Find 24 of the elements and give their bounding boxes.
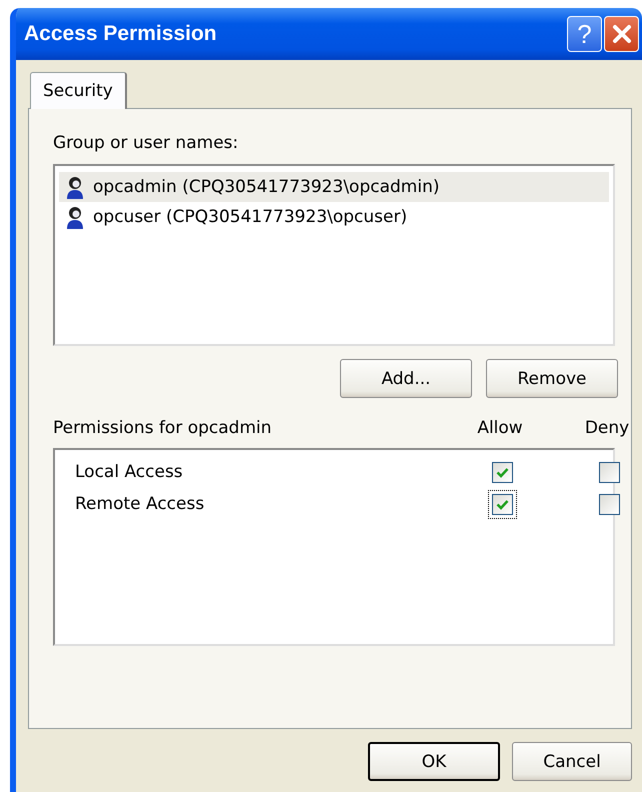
checkbox[interactable] [492, 462, 512, 482]
column-header: Deny [584, 418, 630, 440]
cancel-button[interactable]: Cancel [512, 742, 632, 781]
checkbox[interactable] [598, 462, 620, 482]
list-label: Group or user names: [53, 133, 240, 155]
user-row[interactable]: opcuser (CPQ30541773923\opcuser) [59, 202, 609, 232]
checkbox[interactable] [598, 494, 620, 514]
close-button[interactable] [604, 16, 639, 52]
ok-button[interactable]: OK [368, 742, 500, 781]
permissions-label: Permissions for opcadmin [53, 418, 273, 440]
user-icon [65, 175, 85, 199]
tab[interactable]: Security [30, 72, 127, 109]
remove-button[interactable]: Remove [486, 359, 618, 398]
check-icon [496, 466, 508, 478]
window-title: Access Permission [24, 22, 218, 46]
checkbox[interactable] [492, 494, 512, 514]
add-button[interactable]: Add... [340, 359, 472, 398]
permission-name: Local Access [75, 462, 184, 482]
close-icon [610, 23, 632, 45]
permission-name: Remote Access [75, 494, 206, 514]
user-icon [65, 205, 85, 229]
user-row[interactable]: opcadmin (CPQ30541773923\opcadmin) [59, 172, 609, 202]
column-header: Allow [477, 418, 523, 440]
check-icon [496, 498, 508, 510]
